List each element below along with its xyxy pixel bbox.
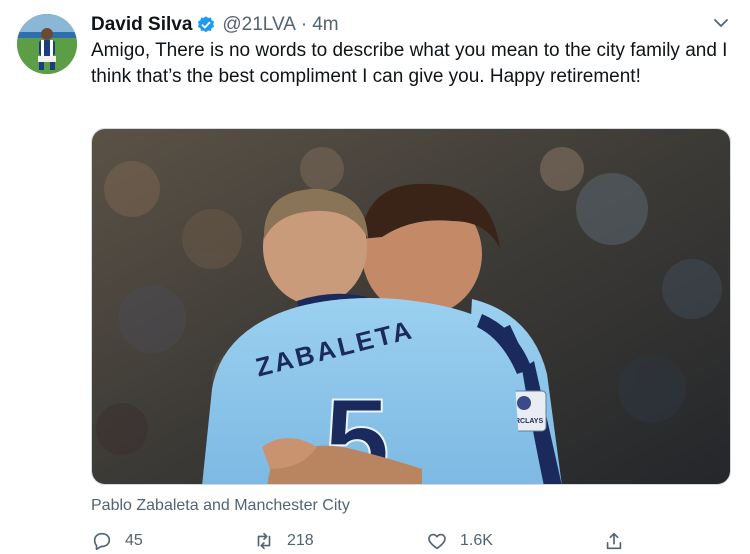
- reply-count: 45: [125, 532, 143, 549]
- media-caption[interactable]: Pablo Zabaleta and Manchester City: [91, 497, 350, 515]
- verified-badge-icon: [196, 15, 216, 35]
- like-count: 1.6K: [460, 532, 493, 549]
- timestamp[interactable]: 4m: [312, 14, 338, 36]
- reply-icon: [93, 532, 111, 551]
- reply-button[interactable]: 45: [91, 530, 143, 552]
- tweet-header: David Silva @21LVA · 4m: [91, 11, 339, 39]
- like-icon: [428, 533, 446, 550]
- tweet-actions: 45 218 1.6K: [91, 530, 651, 554]
- retweet-button[interactable]: 218: [253, 530, 314, 552]
- share-icon: [606, 532, 622, 550]
- share-button[interactable]: [603, 530, 637, 552]
- chevron-down-icon[interactable]: [712, 14, 730, 32]
- tweet-text: Amigo, There is no words to describe wha…: [91, 40, 728, 87]
- author-handle[interactable]: @21LVA: [222, 14, 296, 36]
- retweet-icon: [257, 532, 271, 550]
- separator-dot: ·: [300, 14, 308, 35]
- avatar[interactable]: [17, 14, 77, 74]
- retweet-count: 218: [287, 532, 314, 549]
- tweet-photo[interactable]: BARCLAYS ZABALETA 5: [91, 128, 731, 485]
- author-name[interactable]: David Silva: [91, 14, 192, 36]
- like-button[interactable]: 1.6K: [426, 530, 493, 552]
- tweet[interactable]: David Silva @21LVA · 4m Amigo, There is …: [0, 0, 750, 554]
